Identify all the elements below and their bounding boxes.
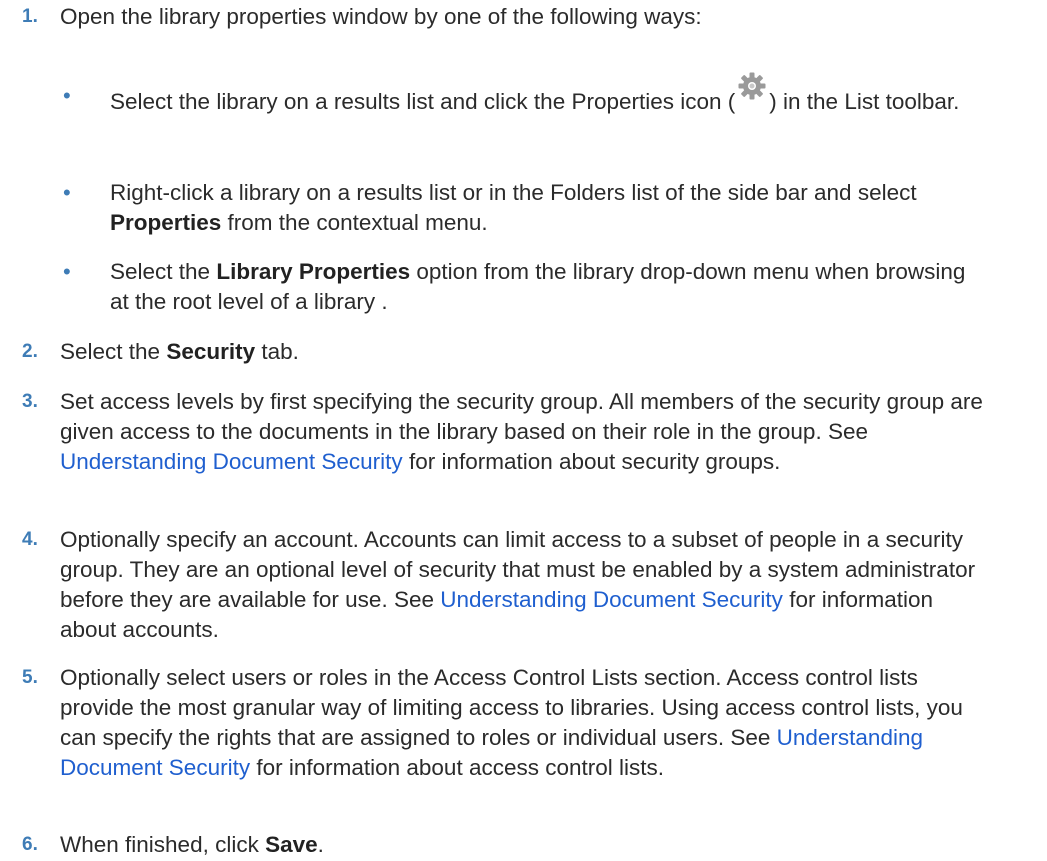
understanding-document-security-link[interactable]: Understanding Document Security	[60, 449, 403, 474]
step-number: 3.	[22, 391, 38, 412]
bullet-marker: •	[63, 180, 71, 205]
bullet-marker: •	[63, 259, 71, 284]
bullet-text: Select the Library Properties option fro…	[110, 259, 966, 314]
step-text: Set access levels by first specifying th…	[60, 389, 983, 474]
step-text: Optionally specify an account. Accounts …	[60, 527, 976, 642]
bullet-text: Right-click a library on a results list …	[110, 180, 917, 235]
bullet-marker: •	[63, 83, 71, 108]
understanding-document-security-link[interactable]: Understanding Document Security	[440, 587, 783, 612]
step-number: 5.	[22, 667, 38, 688]
step-text: Select the Security tab.	[60, 339, 299, 364]
step-number: 2.	[22, 341, 38, 362]
step-number: 1.	[22, 6, 38, 27]
step-number: 4.	[22, 529, 38, 550]
step-text: Open the library properties window by on…	[60, 4, 702, 29]
step-text: When finished, click Save.	[60, 832, 324, 857]
bullet-text: Select the library on a results list and…	[110, 72, 980, 117]
gear-icon	[737, 71, 767, 101]
step-number: 6.	[22, 834, 38, 855]
step-text: Optionally select users or roles in the …	[60, 665, 963, 780]
